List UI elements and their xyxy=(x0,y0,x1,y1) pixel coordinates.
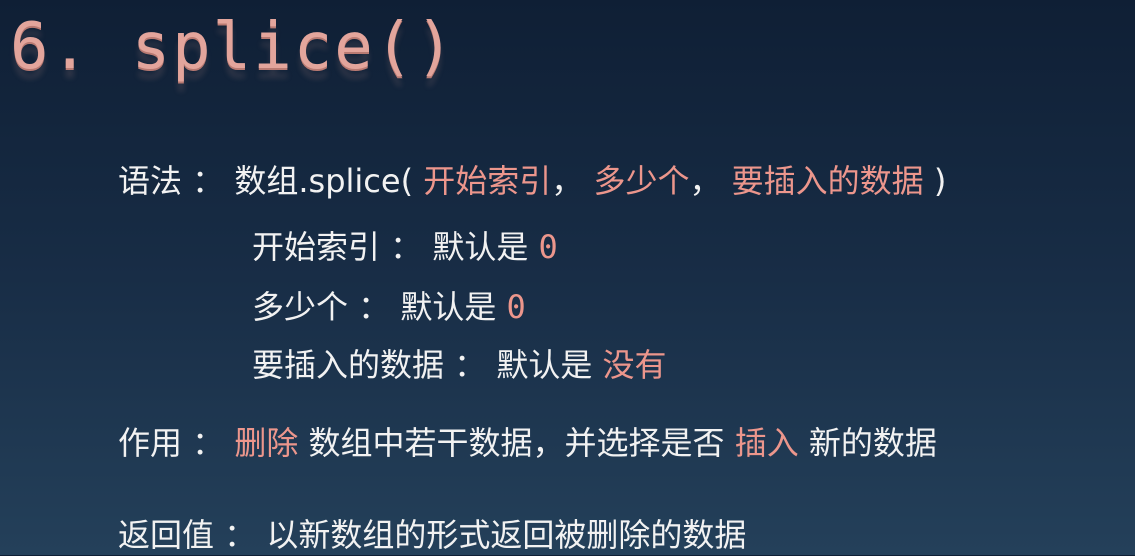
syntax-code: 数组.splice( xyxy=(234,162,414,200)
effect-text: 新的数据 xyxy=(808,424,937,462)
separator: ， xyxy=(551,162,584,200)
param-default-line: 多少个 ： 默认是 0 xyxy=(252,282,526,328)
separator: ， xyxy=(689,162,722,200)
param-default-value: 0 xyxy=(506,288,526,326)
param-default-line: 开始索引 ： 默认是 0 xyxy=(252,222,558,268)
param-default-label: 多少个 ： 默认是 xyxy=(252,288,497,326)
param-default-value: 没有 xyxy=(602,346,667,384)
param-insert-data: 要插入的数据 xyxy=(731,162,924,200)
param-count: 多少个 xyxy=(593,162,690,200)
effect-delete: 删除 xyxy=(234,424,299,462)
slide-title: 6. splice() xyxy=(10,10,456,84)
effect-line: 作用 ： 删除 数组中若干数据，并选择是否 插入 新的数据 xyxy=(118,418,937,464)
returns-line: 返回值 ： 以新数组的形式返回被删除的数据 xyxy=(118,510,746,556)
returns-label: 返回值 ： xyxy=(118,516,257,554)
syntax-close: ) xyxy=(933,162,947,200)
effect-insert: 插入 xyxy=(734,424,799,462)
param-start-index: 开始索引 xyxy=(423,162,552,200)
param-default-label: 要插入的数据 ： 默认是 xyxy=(252,346,593,384)
returns-text: 以新数组的形式返回被删除的数据 xyxy=(266,516,747,554)
param-default-value: 0 xyxy=(538,228,558,266)
param-default-label: 开始索引 ： 默认是 xyxy=(252,228,529,266)
param-default-line: 要插入的数据 ： 默认是 没有 xyxy=(252,340,667,386)
syntax-label: 语法 ： xyxy=(118,162,225,200)
syntax-line: 语法 ： 数组.splice( 开始索引， 多少个， 要插入的数据 ) xyxy=(118,156,946,202)
effect-label: 作用 ： xyxy=(118,424,225,462)
effect-text: 数组中若干数据，并选择是否 xyxy=(308,424,725,462)
